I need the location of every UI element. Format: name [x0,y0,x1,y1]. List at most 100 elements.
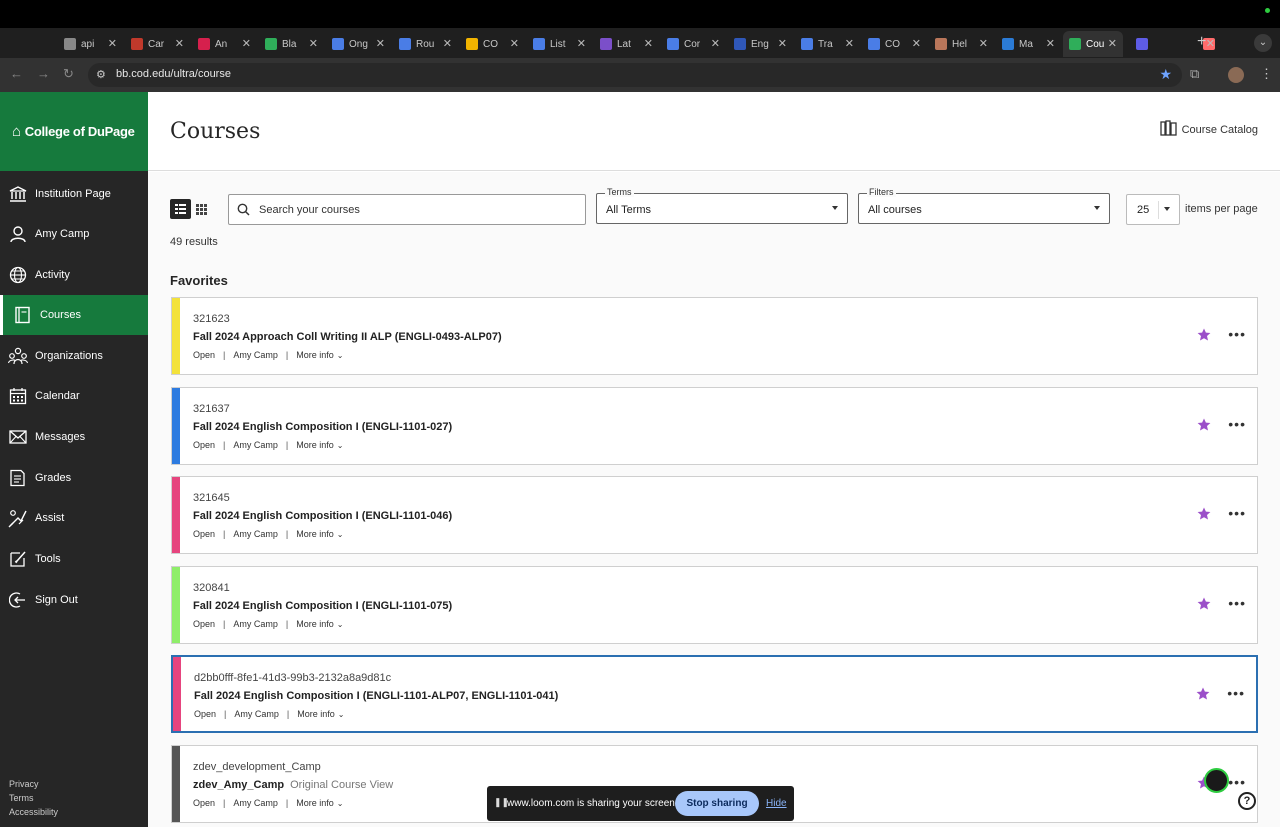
close-tab-icon[interactable]: ✕ [175,37,184,50]
course-card[interactable]: 321645 Fall 2024 English Composition I (E… [171,476,1258,554]
more-options-icon[interactable]: ••• [1228,595,1246,611]
close-tab-icon[interactable]: ✕ [577,37,586,50]
course-name[interactable]: Fall 2024 English Composition I (ENGLI-1… [193,421,452,433]
browser-tab[interactable]: Car ✕ [125,31,190,57]
course-instructor[interactable]: Amy Camp [234,709,279,719]
bookmark-star-icon[interactable]: ★ [1159,66,1172,83]
help-icon[interactable]: ? [1238,792,1256,810]
close-tab-icon[interactable]: ✕ [912,37,921,50]
course-name[interactable]: Fall 2024 English Composition I (ENGLI-1… [194,690,558,702]
extensions-icon[interactable]: ⧉ [1190,66,1199,82]
course-card[interactable]: 321637 Fall 2024 English Composition I (E… [171,387,1258,465]
privacy-link[interactable]: Privacy [9,777,58,791]
sidebar-item-organizations[interactable]: Organizations [0,336,148,376]
close-tab-icon[interactable]: ✕ [644,37,653,50]
close-tab-icon[interactable]: ✕ [309,37,318,50]
course-instructor[interactable]: Amy Camp [233,619,278,629]
tab-search-button[interactable]: ⌄ [1254,34,1272,52]
close-tab-icon[interactable]: ✕ [510,37,519,50]
course-catalog-link[interactable]: Course Catalog [1159,120,1258,139]
filters-select[interactable]: Filters All courses [858,187,1110,224]
course-card[interactable]: d2bb0fff-8fe1-41d3-99b3-2132a8a9d81c Fall… [171,655,1258,733]
more-options-icon[interactable]: ••• [1228,774,1246,790]
browser-tab[interactable]: An ✕ [192,31,257,57]
close-tab-icon[interactable]: ✕ [845,37,854,50]
grid-view-button[interactable] [191,199,212,219]
browser-tab[interactable] [1130,31,1154,57]
close-tab-icon[interactable]: ✕ [1108,37,1117,50]
course-title[interactable]: Fall 2024 Approach Coll Writing II ALP (… [193,331,502,343]
more-info-button[interactable]: More info ⌄ [297,709,344,719]
course-instructor[interactable]: Amy Camp [233,440,278,450]
more-options-icon[interactable]: ••• [1228,416,1246,432]
accessibility-link[interactable]: Accessibility [9,805,58,819]
stop-sharing-button[interactable]: Stop sharing [675,791,759,816]
favorite-star-icon[interactable] [1197,328,1211,346]
browser-tab[interactable]: Hel ✕ [929,31,994,57]
close-tab-icon[interactable]: ✕ [711,37,720,50]
sidebar-item-messages[interactable]: Messages [0,417,148,457]
terms-link[interactable]: Terms [9,791,58,805]
browser-tab[interactable]: Ong ✕ [326,31,391,57]
browser-tab[interactable]: Bla ✕ [259,31,324,57]
course-name[interactable]: Fall 2024 English Composition I (ENGLI-1… [193,510,452,522]
close-tab-icon[interactable]: ✕ [1046,37,1055,50]
browser-tab[interactable]: Tra ✕ [795,31,860,57]
browser-tab[interactable]: Cou ✕ [1063,31,1123,57]
loom-camera-bubble[interactable] [1204,768,1229,793]
more-info-button[interactable]: More info ⌄ [296,529,343,539]
course-title[interactable]: zdev_Amy_Camp [193,779,284,791]
browser-tab[interactable]: List ✕ [527,31,592,57]
sidebar-item-courses[interactable]: Courses [0,295,148,335]
profile-avatar[interactable] [1228,67,1244,83]
browser-tab[interactable]: CO ✕ [862,31,927,57]
hide-button[interactable]: Hide [766,798,787,809]
close-tab-icon[interactable]: ✕ [242,37,251,50]
sidebar-item-amy-camp[interactable]: Amy Camp [0,214,148,254]
sidebar-item-sign-out[interactable]: Sign Out [0,580,148,620]
more-options-icon[interactable]: ••• [1228,505,1246,521]
list-view-button[interactable] [170,199,191,219]
course-instructor[interactable]: Amy Camp [233,350,278,360]
browser-tab[interactable]: Rou ✕ [393,31,458,57]
items-per-page-select[interactable]: 25 [1126,194,1180,225]
course-instructor[interactable]: Amy Camp [233,798,278,808]
search-input[interactable]: Search your courses [228,194,586,225]
course-title[interactable]: Fall 2024 English Composition I (ENGLI-1… [193,510,452,522]
close-tab-icon[interactable]: ✕ [778,37,787,50]
favorite-star-icon[interactable] [1197,418,1211,436]
course-card[interactable]: 320841 Fall 2024 English Composition I (E… [171,566,1258,644]
reload-button[interactable]: ↻ [63,66,74,82]
url-bar[interactable]: ⚙ bb.cod.edu/ultra/course ★ [88,63,1182,87]
close-tab-icon[interactable]: ✕ [443,37,452,50]
browser-tab[interactable]: Eng ✕ [728,31,793,57]
course-instructor[interactable]: Amy Camp [233,529,278,539]
more-options-icon[interactable]: ••• [1227,685,1245,701]
browser-tab[interactable]: Cor ✕ [661,31,726,57]
favorite-star-icon[interactable] [1196,687,1210,705]
close-tab-icon[interactable]: ✕ [376,37,385,50]
browser-tab[interactable]: Ma ✕ [996,31,1061,57]
course-title[interactable]: Fall 2024 English Composition I (ENGLI-1… [193,421,452,433]
course-name[interactable]: zdev_Amy_Camp Original Course View [193,779,393,791]
site-info-icon[interactable]: ⚙ [96,68,106,81]
browser-tab[interactable]: Lat ✕ [594,31,659,57]
course-title[interactable]: Fall 2024 English Composition I (ENGLI-1… [194,690,558,702]
college-logo[interactable]: ⌂ College of DuPage [0,92,148,171]
sidebar-item-calendar[interactable]: Calendar [0,376,148,416]
close-tab-icon[interactable]: ✕ [108,37,117,50]
more-info-button[interactable]: More info ⌄ [296,440,343,450]
close-tab-icon[interactable]: ✕ [1206,37,1215,50]
sidebar-item-institution-page[interactable]: Institution Page [0,174,148,214]
course-name[interactable]: Fall 2024 Approach Coll Writing II ALP (… [193,331,502,343]
sidebar-item-assist[interactable]: Assist [0,498,148,538]
back-button[interactable]: ← [10,66,23,81]
sidebar-item-grades[interactable]: Grades [0,458,148,498]
favorite-star-icon[interactable] [1197,507,1211,525]
sidebar-item-tools[interactable]: Tools [0,539,148,579]
new-tab-button[interactable]: + [1197,33,1206,51]
course-card[interactable]: 321623 Fall 2024 Approach Coll Writing II… [171,297,1258,375]
sidebar-item-activity[interactable]: Activity [0,255,148,295]
more-info-button[interactable]: More info ⌄ [296,350,343,360]
browser-tab[interactable]: CO ✕ [460,31,525,57]
